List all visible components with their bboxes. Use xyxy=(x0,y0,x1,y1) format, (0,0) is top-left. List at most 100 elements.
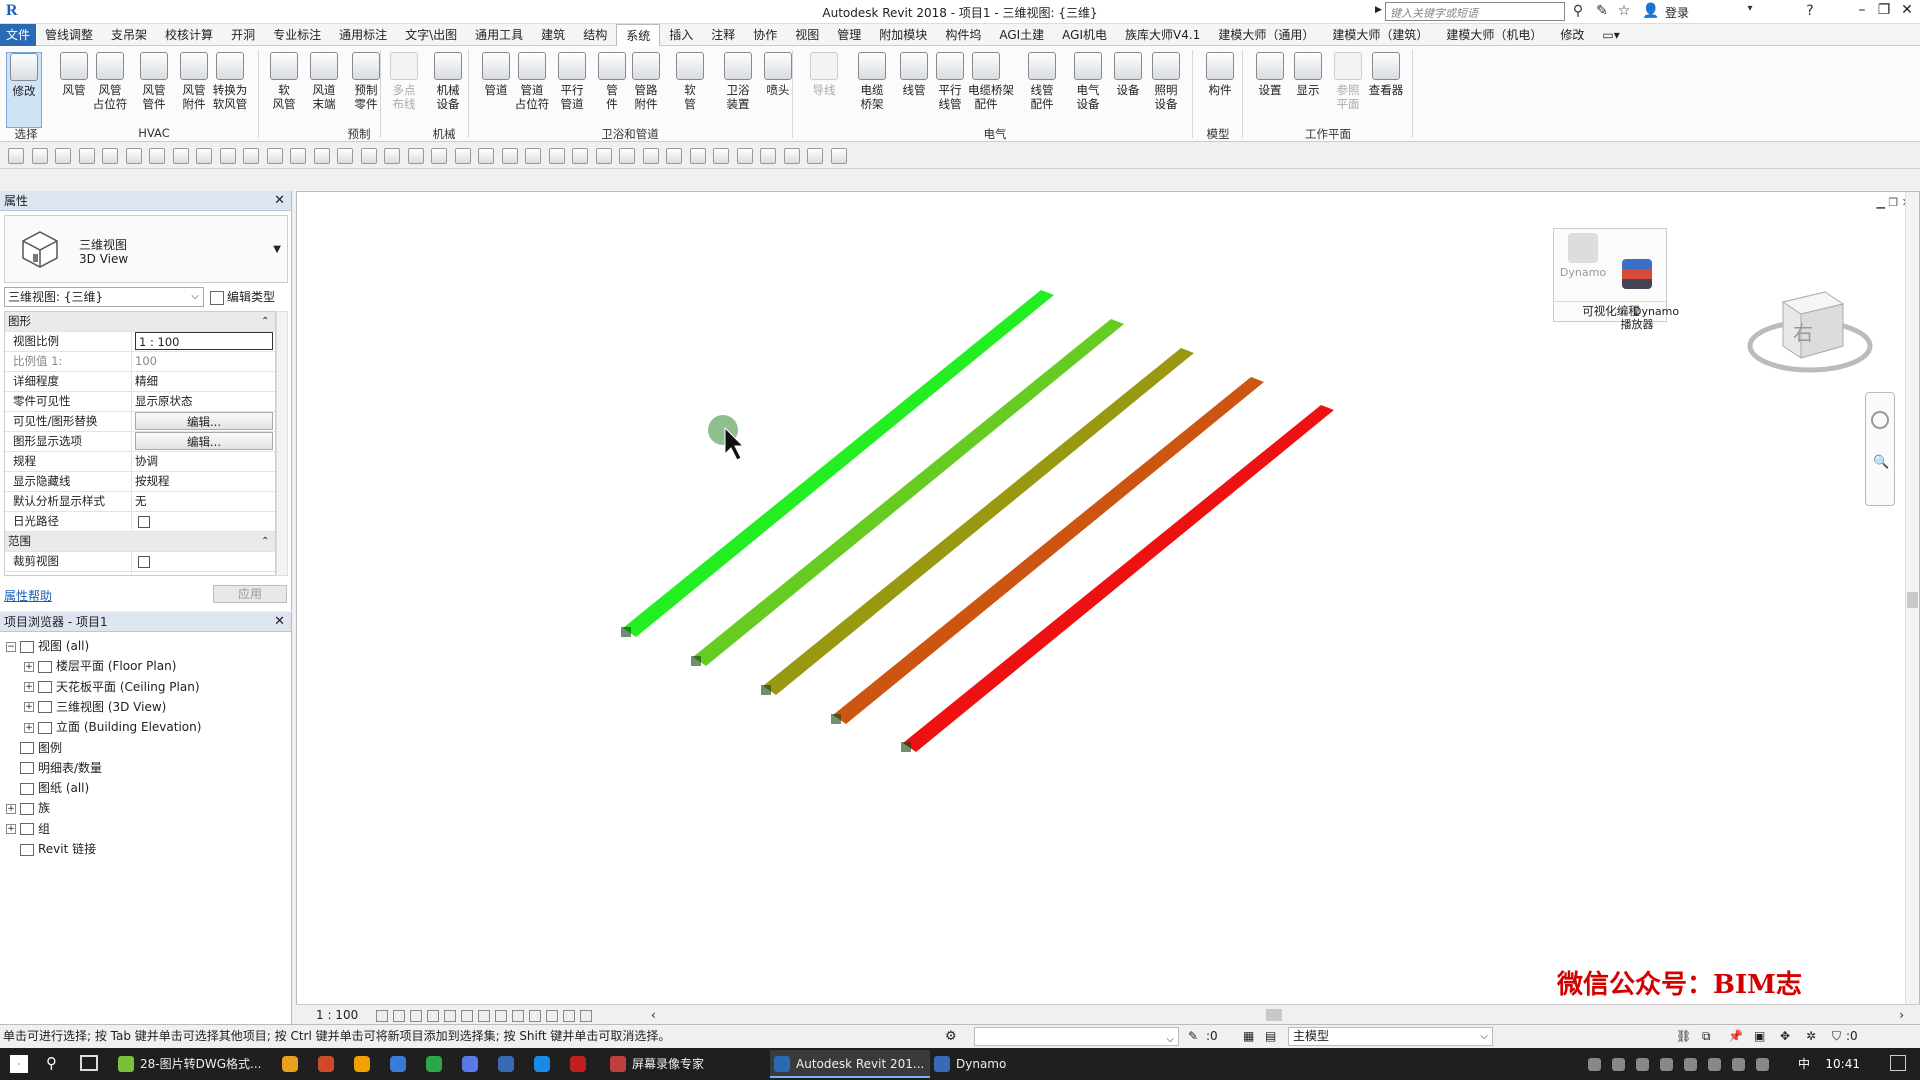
clock[interactable]: 10:41 xyxy=(1825,1048,1860,1080)
property-edit-button[interactable]: 编辑... xyxy=(135,412,273,430)
tab-6[interactable]: 通用标注 xyxy=(330,24,396,46)
chevron-down-icon[interactable]: ⌵ xyxy=(191,288,199,306)
quick-access-tool-icon[interactable] xyxy=(196,148,212,164)
navigation-bar[interactable]: 🔍 xyxy=(1865,392,1895,506)
expand-icon[interactable]: + xyxy=(24,702,34,713)
property-input[interactable]: 1 : 100 xyxy=(135,332,273,350)
login-button[interactable]: 登录 xyxy=(1665,4,1689,21)
temporary-hide-icon[interactable] xyxy=(512,1010,524,1022)
collapse-icon[interactable]: ⌃ xyxy=(261,532,275,551)
ribbon-button-30[interactable]: 显示 xyxy=(1290,52,1326,128)
3d-viewport[interactable]: ▁ ❐ ✕ Dynamo Dynamo 播放器 可视化编程 右 🔍 微信公众号：… xyxy=(296,191,1920,1021)
search-expand-icon[interactable]: ▶ xyxy=(1375,5,1382,15)
ribbon-button-9[interactable]: 多点 布线 xyxy=(386,52,422,128)
taskbar-task[interactable]: Dynamo xyxy=(930,1050,1040,1078)
property-value-cell[interactable] xyxy=(132,512,275,531)
pipe-segment[interactable] xyxy=(763,348,1194,695)
tab-7[interactable]: 文字\出图 xyxy=(396,24,466,46)
quick-access-tool-icon[interactable] xyxy=(431,148,447,164)
crop-region-icon[interactable] xyxy=(478,1010,490,1022)
tab-11[interactable]: 系统 xyxy=(616,23,661,46)
pinned-app-icon[interactable] xyxy=(354,1056,370,1072)
tab-13[interactable]: 注释 xyxy=(702,24,744,46)
ribbon-button-31[interactable]: 参照 平面 xyxy=(1330,52,1366,128)
quick-access-tool-icon[interactable] xyxy=(783,148,800,164)
ribbon-button-29[interactable]: 设置 xyxy=(1252,52,1288,128)
tray-icon[interactable] xyxy=(1660,1058,1673,1071)
quick-access-tool-icon[interactable] xyxy=(78,148,95,164)
property-value-cell[interactable]: 100 xyxy=(132,352,275,371)
quick-access-tool-icon[interactable] xyxy=(55,148,71,164)
ribbon-button-11[interactable]: 管道 xyxy=(478,52,514,128)
tab-12[interactable]: 插入 xyxy=(660,24,702,46)
tray-icon[interactable] xyxy=(1756,1058,1769,1071)
viewcube[interactable]: 右 xyxy=(1745,274,1875,384)
expand-icon[interactable]: + xyxy=(24,682,34,693)
exclude-options-icon[interactable]: ▤ xyxy=(1265,1025,1276,1048)
workset-dropdown[interactable]: ⌵ xyxy=(974,1027,1179,1046)
quick-access-tool-icon[interactable] xyxy=(243,148,259,164)
quick-access-tool-icon[interactable] xyxy=(642,148,659,164)
view-control-icons[interactable] xyxy=(376,1008,666,1022)
ribbon-minimize-icon[interactable]: ▭▾ xyxy=(1593,24,1628,46)
quick-access-tool-icon[interactable] xyxy=(548,148,565,164)
taskbar-task[interactable]: Autodesk Revit 201... xyxy=(770,1050,930,1078)
taskbar-task[interactable]: 屏幕录像专家 xyxy=(606,1050,756,1078)
analytical-model-icon[interactable] xyxy=(563,1010,575,1022)
viewport-vertical-scrollbar[interactable] xyxy=(1905,192,1919,1006)
quick-access-tool-icon[interactable] xyxy=(125,148,142,164)
property-value-cell[interactable]: 编辑... xyxy=(132,412,275,431)
tab-8[interactable]: 通用工具 xyxy=(466,24,532,46)
lock-view-icon[interactable] xyxy=(495,1010,507,1022)
pipe-segment[interactable] xyxy=(623,290,1054,637)
property-value-cell[interactable]: 显示原状态 xyxy=(132,392,275,411)
ribbon-button-26[interactable]: 设备 xyxy=(1110,52,1146,128)
pipe-segment[interactable] xyxy=(833,377,1264,724)
browser-tree-item[interactable]: + 三维视图 (3D View) xyxy=(24,697,166,717)
tab-25[interactable]: 修改 xyxy=(1551,24,1593,46)
ribbon-button-3[interactable]: 风管 管件 xyxy=(136,52,172,128)
pinned-app-icon[interactable] xyxy=(462,1056,478,1072)
browser-tree-item[interactable]: 图纸 (all) xyxy=(6,778,89,798)
property-value-cell[interactable] xyxy=(132,572,275,575)
ribbon-button-4[interactable]: 风管 附件 xyxy=(176,52,212,128)
ribbon-button-28[interactable]: 构件 xyxy=(1202,52,1238,128)
quick-access-tool-icon[interactable] xyxy=(266,148,283,164)
quick-access-tool-icon[interactable] xyxy=(172,148,189,164)
tab-4[interactable]: 开洞 xyxy=(222,24,264,46)
sun-path-icon[interactable] xyxy=(410,1010,422,1022)
close-button[interactable]: ✕ xyxy=(1895,2,1919,20)
ribbon-button-1[interactable]: 风管 xyxy=(56,52,92,128)
ribbon-button-14[interactable]: 管 件 xyxy=(594,52,630,128)
property-checkbox[interactable] xyxy=(138,556,150,568)
ribbon-button-12[interactable]: 管道 占位符 xyxy=(514,52,550,128)
browser-tree-item[interactable]: + 楼层平面 (Floor Plan) xyxy=(24,656,176,676)
tray-icon[interactable] xyxy=(1636,1058,1649,1071)
search-icon[interactable]: ⚲ xyxy=(46,1054,57,1072)
quick-access-tool-icon[interactable] xyxy=(337,148,353,164)
tray-icon[interactable] xyxy=(1684,1058,1697,1071)
select-underlay-icon[interactable]: ⧉ xyxy=(1702,1025,1711,1048)
chevron-down-icon[interactable]: ⌵ xyxy=(1480,1028,1488,1045)
expand-icon[interactable]: + xyxy=(24,722,34,733)
ribbon-button-15[interactable]: 管路 附件 xyxy=(628,52,664,128)
expand-icon[interactable]: + xyxy=(6,803,16,814)
property-edit-button[interactable]: 编辑... xyxy=(135,432,273,450)
expand-icon[interactable]: + xyxy=(6,824,16,835)
type-selector[interactable]: 三维视图 3D View ▼ xyxy=(4,215,288,283)
pinned-app-icon[interactable] xyxy=(570,1056,586,1072)
quick-access-tool-icon[interactable] xyxy=(760,148,776,164)
quick-access-tool-icon[interactable] xyxy=(595,148,612,164)
task-view-icon[interactable] xyxy=(80,1055,98,1071)
tab-0[interactable]: 文件 xyxy=(0,23,37,46)
property-value-cell[interactable]: 无 xyxy=(132,492,275,511)
quick-access-tool-icon[interactable] xyxy=(572,148,588,164)
design-options-icon[interactable]: ▦ xyxy=(1243,1025,1254,1048)
worksharing-icon[interactable] xyxy=(546,1010,558,1022)
collapse-icon[interactable]: ⌃ xyxy=(261,312,275,331)
quick-access-tool-icon[interactable] xyxy=(689,148,706,164)
quick-access-tool-icon[interactable] xyxy=(219,148,236,164)
highlight-displacement-icon[interactable] xyxy=(580,1010,592,1022)
help-icon[interactable]: ? xyxy=(1802,3,1818,19)
quick-access-tool-icon[interactable] xyxy=(713,148,729,164)
